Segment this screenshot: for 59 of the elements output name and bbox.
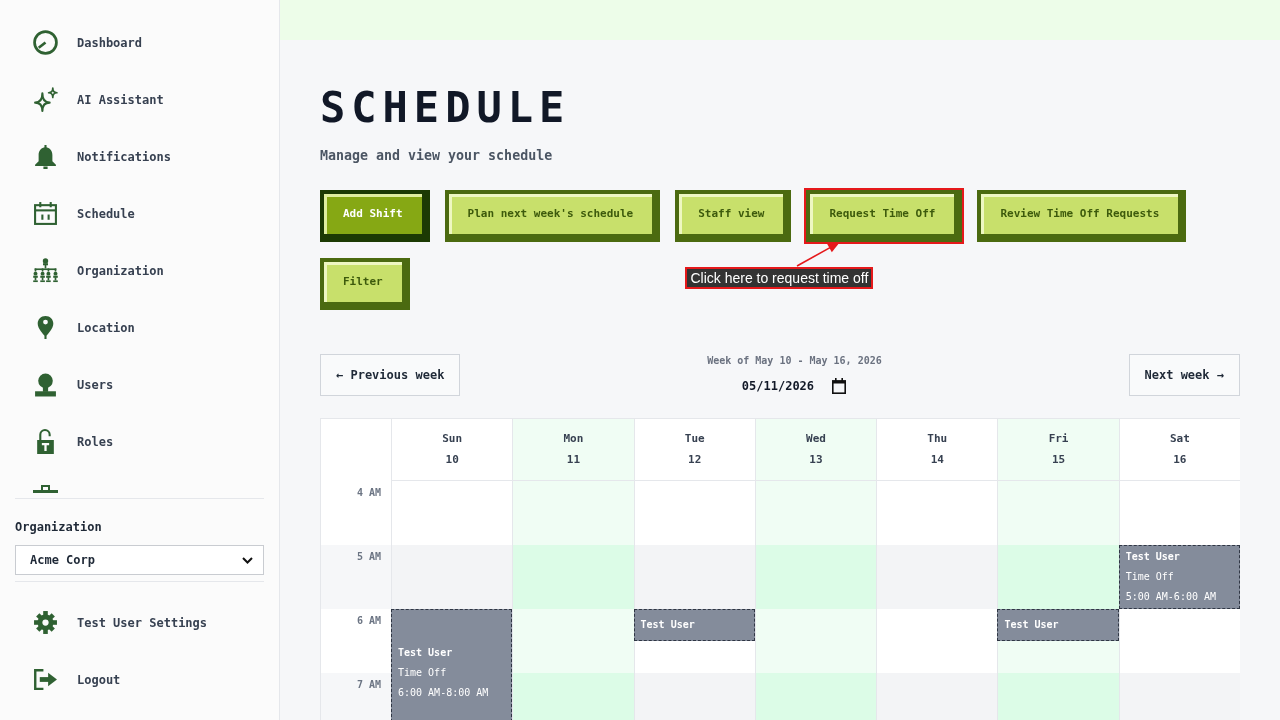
nav-item[interactable]: Dashboard bbox=[0, 14, 279, 71]
day-date: 10 bbox=[445, 452, 459, 468]
calendar-icon bbox=[831, 378, 848, 394]
event-person: Test User bbox=[640, 618, 695, 632]
sparkles-icon bbox=[33, 87, 58, 112]
date-field[interactable]: 05/11/2026 bbox=[741, 376, 848, 396]
event-time: 6:00 AM-8:00 AM bbox=[398, 686, 489, 700]
organization-label: Organization bbox=[15, 519, 103, 535]
day-name: Thu bbox=[927, 431, 948, 447]
next-week-button[interactable]: Next week → bbox=[1128, 354, 1240, 396]
gear-icon bbox=[33, 610, 58, 635]
day-date: 14 bbox=[930, 452, 944, 468]
nav-item[interactable]: Logout bbox=[0, 651, 279, 708]
event-type: Time Off bbox=[398, 666, 447, 680]
nav-item[interactable]: Location bbox=[0, 299, 279, 356]
org-chart-icon bbox=[33, 258, 58, 283]
request-time-off-button[interactable]: Request Time Off bbox=[806, 190, 963, 242]
page-title: SCHEDULE bbox=[320, 87, 572, 129]
plan-week-button[interactable]: Plan next week's schedule bbox=[444, 190, 661, 242]
day-date: 15 bbox=[1051, 452, 1066, 468]
hour-label: 5 AM bbox=[321, 545, 391, 609]
staff-view-button[interactable]: Staff view bbox=[675, 190, 792, 242]
nav-item[interactable]: Notifications bbox=[0, 128, 279, 185]
review-requests-button[interactable]: Review Time Off Requests bbox=[977, 190, 1187, 242]
event-person: Test User bbox=[1125, 550, 1180, 564]
day-name: Sat bbox=[1169, 431, 1190, 447]
organization-select[interactable]: Acme Corp bbox=[15, 545, 264, 575]
event-person: Test User bbox=[1004, 618, 1059, 632]
nav-item[interactable]: Users bbox=[0, 356, 279, 413]
cut-off-icon bbox=[33, 485, 58, 493]
logout-icon bbox=[33, 667, 58, 692]
calendar-icon bbox=[33, 201, 58, 226]
chevron-icon bbox=[242, 556, 253, 564]
day-name: Fri bbox=[1048, 431, 1069, 447]
event-type: Time Off bbox=[1125, 570, 1174, 584]
nav-item[interactable]: Test User Settings bbox=[0, 594, 279, 651]
week-range-label: Week of May 10 - May 16, 2026 bbox=[707, 354, 882, 368]
day-name: Sun bbox=[442, 431, 463, 447]
nav-item[interactable]: AI Assistant bbox=[0, 71, 279, 128]
previous-week-button[interactable]: ← Previous week bbox=[320, 354, 461, 396]
nav-item[interactable]: Roles bbox=[0, 413, 279, 470]
bell-icon bbox=[33, 144, 58, 169]
day-date: 12 bbox=[688, 452, 702, 468]
day-name: Tue bbox=[684, 431, 705, 447]
day-date: 16 bbox=[1173, 452, 1187, 468]
day-name: Mon bbox=[563, 431, 584, 447]
hour-label: 7 AM bbox=[321, 673, 391, 720]
filter-button[interactable]: Filter bbox=[320, 258, 410, 310]
day-date: 13 bbox=[809, 452, 823, 468]
nav-item[interactable]: Organization bbox=[0, 242, 279, 299]
gauge-icon bbox=[33, 30, 58, 55]
day-date: 11 bbox=[566, 452, 581, 468]
event-time: 5:00 AM-6:00 AM bbox=[1125, 590, 1216, 604]
nav-item[interactable]: Schedule bbox=[0, 185, 279, 242]
callout-tooltip: Click here to request time off bbox=[685, 267, 874, 289]
user-icon bbox=[33, 372, 58, 397]
day-name: Wed bbox=[806, 431, 826, 447]
event-person: Test User bbox=[398, 646, 453, 660]
page-subtitle: Manage and view your schedule bbox=[320, 147, 554, 165]
